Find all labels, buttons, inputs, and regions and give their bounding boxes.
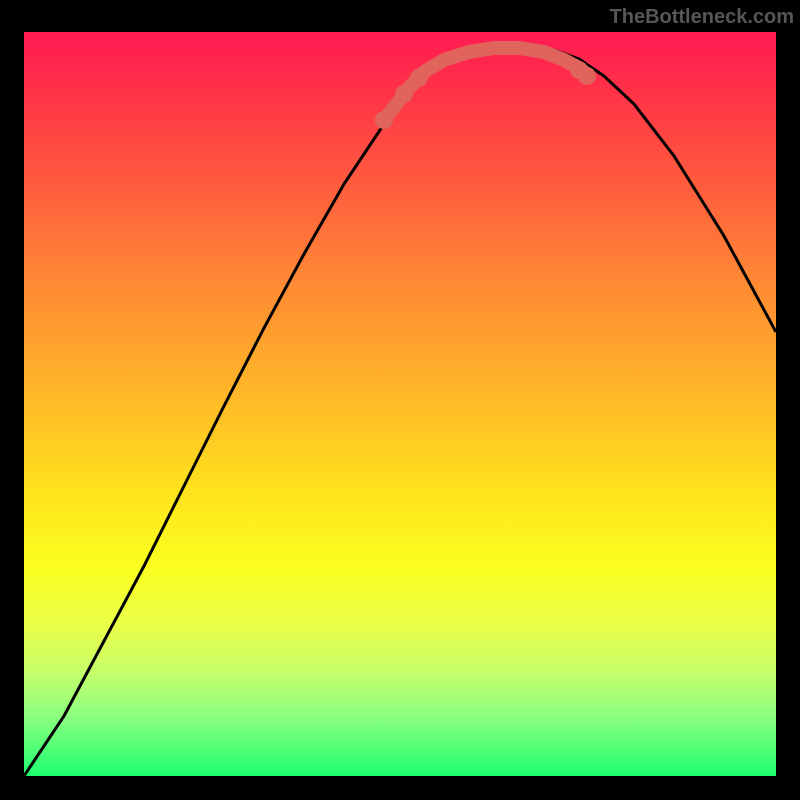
bottleneck-curve <box>24 47 776 776</box>
chart-frame: TheBottleneck.com <box>0 0 800 800</box>
watermark-text: TheBottleneck.com <box>610 6 794 29</box>
curve-layer <box>24 32 776 776</box>
highlight-dots <box>375 61 596 129</box>
